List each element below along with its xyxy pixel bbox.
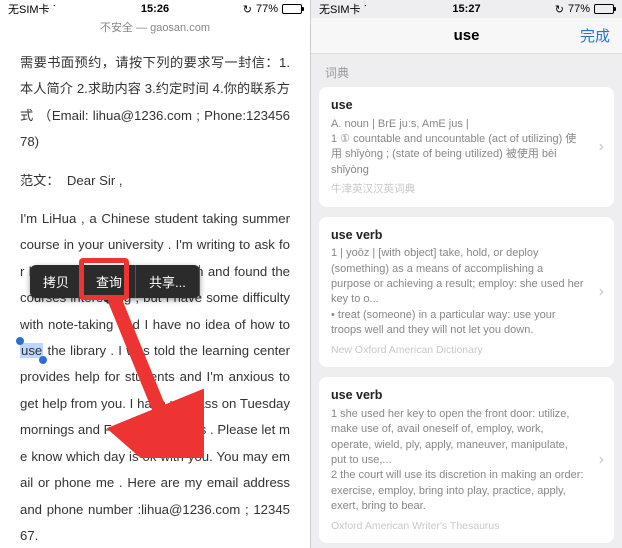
battery-icon	[594, 4, 614, 14]
address-bar[interactable]: 不安全 — gaosan.com	[0, 18, 310, 36]
entry-source: 牛津英汉汉英词典	[331, 182, 584, 197]
battery-pct: 77%	[568, 3, 590, 15]
dictionary-entry[interactable]: use A. noun | BrE juːs, AmE jus | 1 ① cou…	[319, 87, 614, 207]
dictionary-entries: use A. noun | BrE juːs, AmE jus | 1 ① cou…	[311, 87, 622, 548]
entry-source: New Oxford American Dictionary	[331, 343, 584, 358]
battery-icon	[282, 4, 302, 14]
status-bar: 无SIM卡 ᐝ 15:27 ↻ 77%	[311, 0, 622, 18]
section-dictionary-label: 词典	[311, 54, 622, 87]
done-button[interactable]: 完成	[580, 25, 610, 46]
entry-definition: 1 | yoōz | [with object] take, hold, or …	[331, 246, 584, 338]
carrier-label: 无SIM卡 ᐝ	[319, 1, 366, 17]
chevron-right-icon: ›	[599, 281, 604, 303]
ctx-share[interactable]: 共享...	[136, 265, 200, 298]
letter-body[interactable]: I'm LiHua , a Chinese student taking sum…	[20, 206, 290, 548]
entry-headword: use verb	[331, 387, 584, 405]
phone-right-screen: 无SIM卡 ᐝ 15:27 ↻ 77% use 完成 词典 use A. noun…	[311, 0, 622, 548]
sync-icon: ↻	[243, 3, 252, 16]
selection-handle-end[interactable]	[39, 356, 47, 364]
sample-label: 范文： Dear Sir ,	[20, 168, 290, 194]
chevron-right-icon: ›	[599, 449, 604, 471]
entry-definition: 1 she used her key to open the front doo…	[331, 407, 584, 515]
text-selection[interactable]: use	[20, 343, 43, 358]
clock-label: 15:27	[452, 3, 480, 15]
entry-definition: A. noun | BrE juːs, AmE jus | 1 ① counta…	[331, 117, 584, 179]
entry-headword: use	[331, 97, 584, 115]
lookup-navbar: use 完成	[311, 18, 622, 54]
ctx-copy[interactable]: 拷贝	[30, 265, 83, 298]
annotation-highlight-box	[79, 258, 129, 300]
entry-headword: use verb	[331, 227, 584, 245]
lookup-title: use	[454, 27, 480, 44]
dictionary-entry[interactable]: use verb 1 she used her key to open the f…	[319, 377, 614, 543]
intro-paragraph: 需要书面预约，请按下列的要求写一封信：1.本人简介 2.求助内容 3.约定时间 …	[20, 50, 290, 156]
selection-handle-start[interactable]	[16, 337, 24, 345]
entry-source: Oxford American Writer's Thesaurus	[331, 519, 584, 534]
sync-icon: ↻	[555, 3, 564, 16]
phone-left-screen: 无SIM卡 ᐝ 15:26 ↻ 77% 不安全 — gaosan.com 需要书…	[0, 0, 311, 548]
carrier-label: 无SIM卡 ᐝ	[8, 1, 55, 17]
status-bar: 无SIM卡 ᐝ 15:26 ↻ 77%	[0, 0, 310, 18]
clock-label: 15:26	[141, 3, 169, 15]
dictionary-entry[interactable]: use verb1 | yoōz | [with object] take, h…	[319, 217, 614, 368]
battery-pct: 77%	[256, 3, 278, 15]
chevron-right-icon: ›	[599, 136, 604, 158]
